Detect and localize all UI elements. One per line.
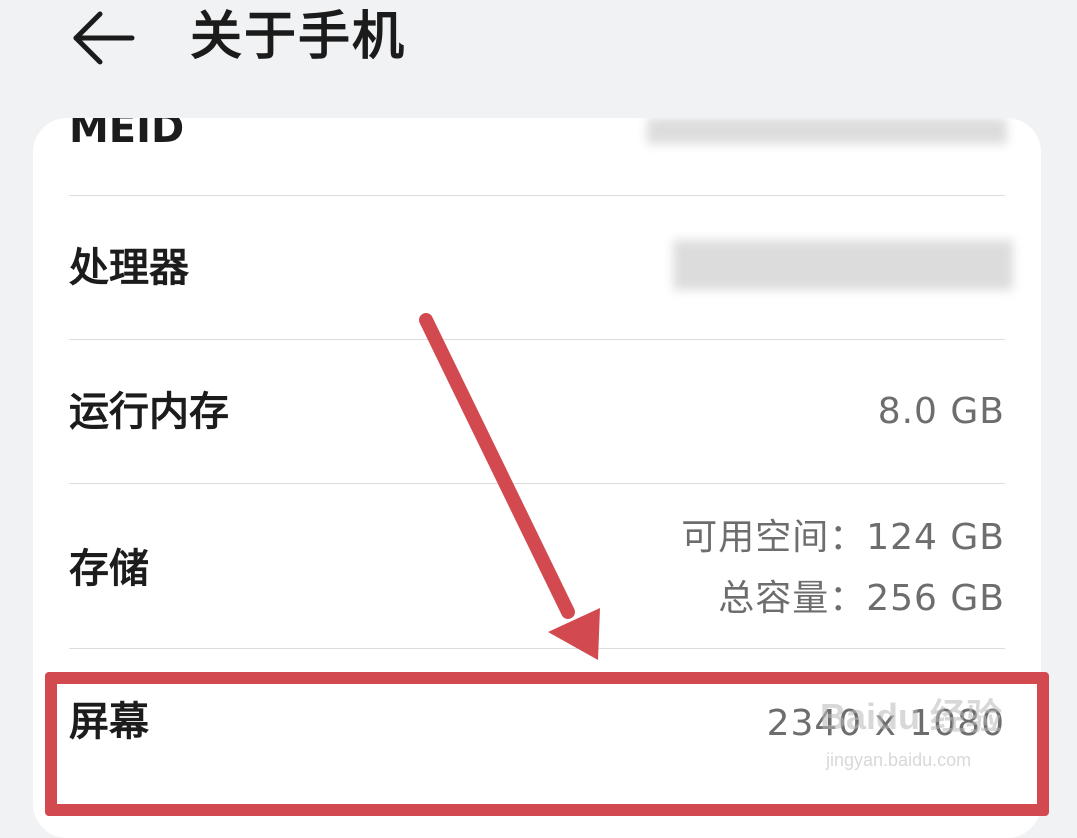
ram-label: 运行内存: [69, 389, 229, 435]
page-title: 关于手机: [190, 7, 407, 67]
storage-label: 存储: [69, 546, 149, 592]
list-item-screen[interactable]: 屏幕 2340 x 1080: [69, 649, 1005, 789]
header-bar: 关于手机: [0, 0, 1077, 100]
storage-total-value: 总容量：256 GB: [718, 578, 1005, 619]
screen-label: 屏幕: [69, 699, 149, 745]
list-item-processor[interactable]: 处理器: [69, 196, 1013, 339]
back-button[interactable]: [66, 6, 146, 70]
arrow-left-icon: [73, 11, 135, 65]
about-phone-list: MEID 处理器 运行内存 8.0 GB 存储 可用空间：124 GB 总容量：…: [33, 118, 1041, 838]
list-item-storage[interactable]: 存储 可用空间：124 GB 总容量：256 GB: [69, 484, 1005, 648]
redacted-value: [647, 118, 1007, 144]
meid-label: MEID: [69, 118, 185, 152]
list-item-ram[interactable]: 运行内存 8.0 GB: [69, 340, 1005, 483]
processor-label: 处理器: [69, 245, 189, 291]
screen-resolution-value: 2340 x 1080: [766, 703, 1005, 744]
ram-value: 8.0 GB: [877, 391, 1005, 432]
list-item-meid[interactable]: MEID: [69, 118, 1007, 182]
storage-available-value: 可用空间：124 GB: [681, 517, 1005, 558]
redacted-value: [673, 240, 1013, 290]
